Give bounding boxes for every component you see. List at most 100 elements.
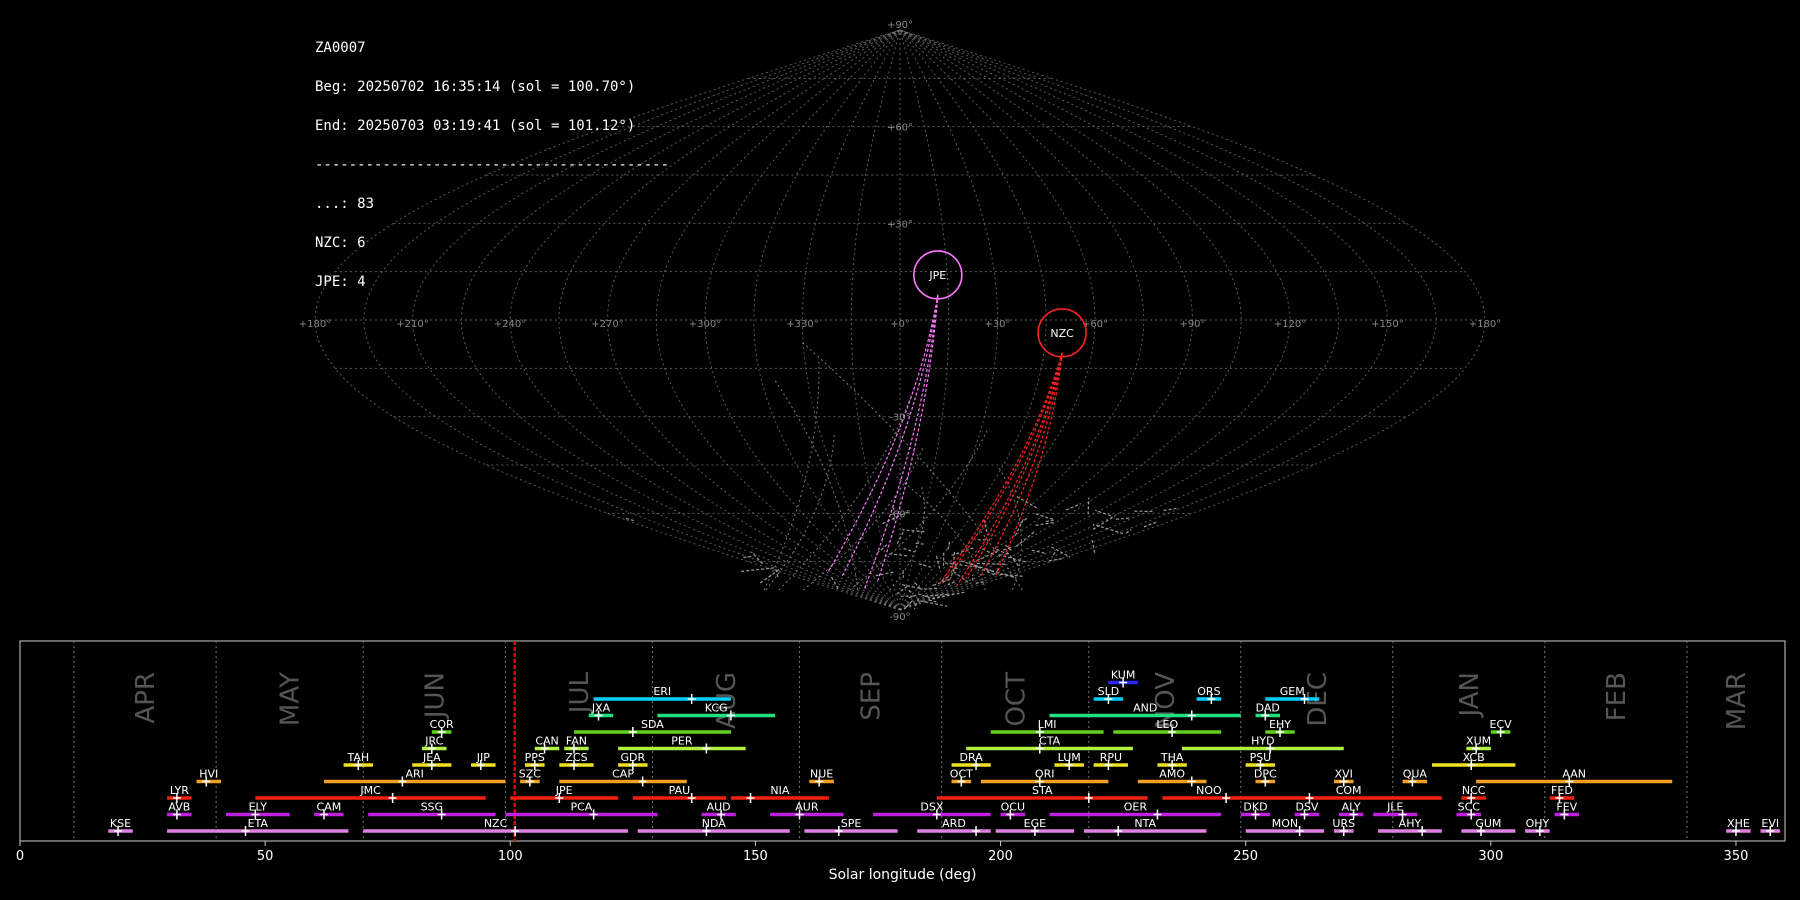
shower-label: JIP: [476, 751, 490, 764]
shower-label: XHE: [1727, 817, 1750, 830]
lon-label: +180°: [1469, 319, 1501, 330]
sporadic-trail: [751, 551, 763, 565]
shower-label: HVI: [199, 768, 218, 781]
lon-label: +270°: [591, 319, 623, 330]
lon-label: +120°: [1274, 319, 1306, 330]
shower-label: DRA: [960, 751, 984, 764]
sporadic-trail: [1092, 515, 1116, 530]
shower-label: DSX: [920, 801, 943, 814]
shower-label: KUM: [1111, 669, 1135, 682]
lon-label: +180°: [299, 319, 331, 330]
lon-label: +300°: [689, 319, 721, 330]
shower-label: ZCS: [565, 751, 587, 764]
shower-label: RPU: [1100, 751, 1122, 764]
shower-label: CTA: [1039, 735, 1061, 748]
sporadic-trail: [830, 575, 839, 589]
shower-label: AHY: [1399, 817, 1422, 830]
shower-label: XVI: [1335, 768, 1353, 781]
radiant-label: JPE: [928, 269, 946, 282]
sporadic-trail: [1162, 507, 1177, 512]
map-labels: +180° +150° +120° +90° +60° +30° +0° +330° +300°…: [299, 20, 1501, 623]
meteor-radiant-figure: ZA0007 Beg: 20250702 16:35:14 (sol = 100…: [0, 0, 1800, 900]
sporadic-trail: [1048, 558, 1062, 562]
shower-label: NDA: [702, 817, 727, 830]
shower-trail: [826, 294, 939, 574]
shower-label: CAM: [317, 801, 342, 814]
shower-label: JXA: [591, 702, 611, 715]
shower-label: GEM: [1280, 685, 1305, 698]
shower-trail: [955, 352, 1063, 587]
lon-label: +150°: [1371, 319, 1403, 330]
sporadic-trail: [918, 563, 931, 568]
sporadic-trail: [1043, 519, 1054, 523]
lat-label: +90°: [887, 20, 913, 31]
sporadic-trail: [1006, 551, 1019, 566]
radiant-label: NZC: [1050, 327, 1074, 340]
shower-label: ELY: [249, 801, 268, 814]
shower-label: GUM: [1475, 817, 1501, 830]
shower-label: ERI: [653, 685, 671, 698]
shower-label: ALY: [1342, 801, 1361, 814]
shower-timeline: APR MAY JUN JUL AUG SEP OCT NOV DEC JAN FEB MARKUME…: [16, 640, 1786, 883]
meridian-line: [899, 29, 999, 611]
sporadic-arc: [778, 395, 912, 591]
sporadic-trail: [872, 571, 894, 577]
shower-label: SLD: [1098, 685, 1120, 698]
shower-label: ORI: [1035, 768, 1055, 781]
month-label: OCT: [1001, 672, 1031, 727]
shower-label: ARI: [405, 768, 423, 781]
shower-label: NZC: [484, 817, 508, 830]
month-label: MAY: [276, 672, 306, 726]
shower-label: OCT: [950, 768, 973, 781]
shower-label: OCU: [1001, 801, 1025, 814]
shower-label: HYD: [1251, 735, 1274, 748]
month-label: FEB: [1602, 672, 1632, 721]
shower-label: EHY: [1269, 718, 1291, 731]
shower-label: OHY: [1526, 817, 1550, 830]
shower-label: GDR: [621, 751, 646, 764]
shower-label: SPE: [841, 817, 862, 830]
x-tick-label: 150: [743, 849, 768, 864]
shower-label: EVI: [1761, 817, 1779, 830]
sporadic-trail: [1034, 513, 1054, 520]
sporadic-arc: [773, 378, 859, 591]
shower-label: NOO: [1196, 784, 1222, 797]
shower-label: DSV: [1295, 801, 1318, 814]
month-label: SEP: [857, 672, 887, 721]
sporadic-arc: [896, 476, 986, 591]
lat-label: +30°: [887, 219, 913, 230]
shower-label: ORS: [1197, 685, 1220, 698]
shower-label: THA: [1160, 751, 1184, 764]
shower-label: PER: [671, 735, 693, 748]
timeline-frame: [19, 640, 1786, 842]
month-label: JUL: [565, 671, 595, 715]
shower-label: MON: [1272, 817, 1298, 830]
sporadic-trail: [1020, 517, 1028, 524]
shower-label: AAN: [1562, 768, 1586, 781]
shower-label: PCA: [570, 801, 592, 814]
shower-label: OER: [1124, 801, 1148, 814]
sporadic-trail: [949, 563, 958, 579]
shower-label: PAU: [669, 784, 691, 797]
shower-label: ARD: [942, 817, 966, 830]
x-tick-label: 200: [988, 849, 1013, 864]
shower-trail: [944, 352, 1063, 581]
x-tick-label: 300: [1478, 849, 1503, 864]
shower-trail: [965, 352, 1063, 579]
sporadic-trail: [1143, 521, 1157, 528]
shower-label: COM: [1336, 784, 1362, 797]
shower-label: FED: [1551, 784, 1573, 797]
shower-label: JMC: [359, 784, 381, 797]
shower-label: FEV: [1556, 801, 1577, 814]
shower-label: SSG: [421, 801, 444, 814]
shower-label: COR: [430, 718, 454, 731]
sporadic-trail: [1051, 546, 1071, 558]
sporadic-trail: [914, 542, 924, 545]
lon-label: +210°: [396, 319, 428, 330]
shower-label: FAN: [566, 735, 587, 748]
lon-label: +30°: [984, 319, 1010, 330]
sporadic-trail: [1125, 529, 1132, 534]
shower-label: KSE: [110, 817, 131, 830]
lon-label: +240°: [494, 319, 526, 330]
sporadic-trail: [1065, 503, 1082, 511]
